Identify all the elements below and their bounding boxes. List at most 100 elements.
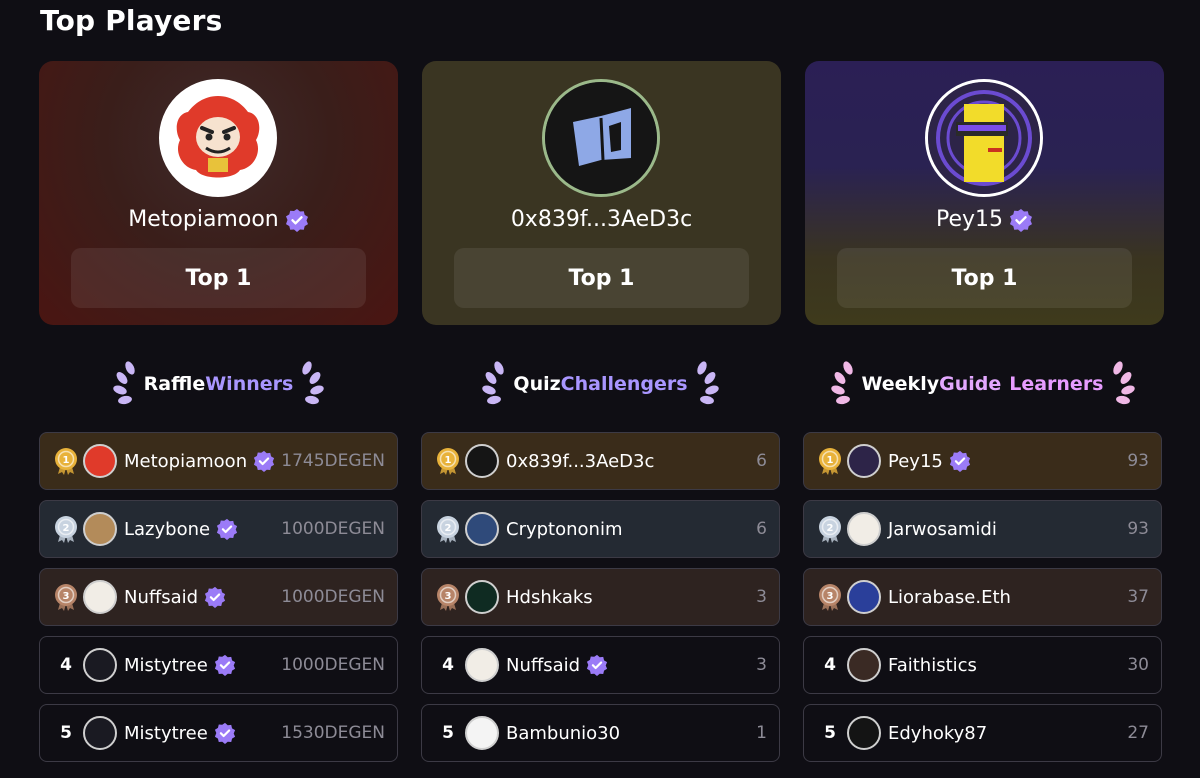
avatar [847, 580, 881, 614]
page-title: Top Players [40, 4, 223, 37]
rank-number: 5 [60, 723, 72, 743]
top-player-card-quiz[interactable]: 0x839f...3AeD3c Top 1 [422, 61, 781, 325]
verified-badge-icon [217, 518, 238, 540]
leaderboard-row[interactable]: 2 Cryptononim 6 [421, 500, 780, 558]
section-title-quiz: Quiz Challengers [421, 358, 780, 410]
svg-text:1: 1 [445, 455, 452, 466]
avatar [83, 716, 117, 750]
player-name: Hdshkaks [506, 586, 593, 608]
svg-text:2: 2 [445, 523, 452, 534]
verified-badge-icon [254, 450, 275, 472]
section-title-raffle: Raffle Winners [39, 358, 398, 410]
leaderboard-row[interactable]: 4 Faithistics 30 [803, 636, 1162, 694]
leaderboard-row[interactable]: 2 Lazybone 1000DEGEN [39, 500, 398, 558]
leaderboard-row[interactable]: 5 Mistytree 1530DEGEN [39, 704, 398, 762]
avatar [847, 716, 881, 750]
top-player-cards: Metopiamoon Top 1 0x839f...3AeD3c Top 1 [39, 61, 1164, 325]
avatar [465, 580, 499, 614]
player-score: 6 [756, 451, 767, 471]
section-title-guide: Weekly Guide Learners [803, 358, 1162, 410]
leaderboard-row[interactable]: 2 Jarwosamidi 93 [803, 500, 1162, 558]
rank-pill: Top 1 [454, 248, 749, 308]
silver-medal-icon: 2 [52, 515, 80, 543]
player-score: 27 [1127, 723, 1149, 743]
avatar [83, 512, 117, 546]
laurel-right-icon [696, 361, 719, 405]
rank-number: 4 [60, 655, 72, 675]
verified-badge-icon [949, 450, 970, 472]
leaderboard-row[interactable]: 1 Metopiamoon 1745DEGEN [39, 432, 398, 490]
leaderboard-row[interactable]: 5 Edyhoky87 27 [803, 704, 1162, 762]
avatar [925, 79, 1043, 197]
rank-pill: Top 1 [71, 248, 366, 308]
avatar [465, 444, 499, 478]
svg-text:1: 1 [63, 455, 70, 466]
rank-number: 4 [442, 655, 454, 675]
svg-text:1: 1 [827, 455, 834, 466]
player-score: 1000DEGEN [281, 587, 385, 607]
leaderboard-row[interactable]: 1 0x839f...3AeD3c 6 [421, 432, 780, 490]
guide-leaderboard: 1 Pey15 93 2 Jarwosamidi 93 3 Liorabase.Eth 37 4 F… [803, 432, 1162, 762]
verified-badge-icon [214, 722, 235, 744]
svg-text:2: 2 [827, 523, 834, 534]
player-name: Nuffsaid [506, 654, 581, 676]
laurel-left-icon [482, 361, 505, 405]
player-score: 93 [1127, 519, 1149, 539]
silver-medal-icon: 2 [816, 515, 844, 543]
rank-number: 4 [824, 655, 836, 675]
player-score: 93 [1127, 451, 1149, 471]
leaderboard-row[interactable]: 4 Nuffsaid 3 [421, 636, 780, 694]
bronze-medal-icon: 3 [816, 583, 844, 611]
leaderboard-row[interactable]: 4 Mistytree 1000DEGEN [39, 636, 398, 694]
leaderboard-row[interactable]: 3 Liorabase.Eth 37 [803, 568, 1162, 626]
leaderboard-row[interactable]: 1 Pey15 93 [803, 432, 1162, 490]
player-name: Jarwosamidi [888, 518, 997, 540]
avatar [83, 648, 117, 682]
laurel-right-icon [302, 361, 325, 405]
player-name: Edyhoky87 [888, 722, 988, 744]
top-player-card-guide[interactable]: Pey15 Top 1 [805, 61, 1164, 325]
avatar [465, 512, 499, 546]
svg-text:3: 3 [827, 591, 834, 602]
verified-badge-icon [285, 208, 308, 232]
player-name: Lazybone [124, 518, 211, 540]
bronze-medal-icon: 3 [52, 583, 80, 611]
player-name: Metopiamoon [124, 450, 248, 472]
player-score: 1745DEGEN [281, 451, 385, 471]
player-score: 1530DEGEN [281, 723, 385, 743]
verified-badge-icon [587, 654, 608, 676]
rank-number: 5 [824, 723, 836, 743]
laurel-right-icon [1112, 361, 1135, 405]
avatar [847, 512, 881, 546]
rank-number: 5 [442, 723, 454, 743]
player-score: 1000DEGEN [281, 655, 385, 675]
player-name: Liorabase.Eth [888, 586, 1011, 608]
svg-text:2: 2 [63, 523, 70, 534]
rank-pill: Top 1 [837, 248, 1132, 308]
leaderboard-row[interactable]: 3 Hdshkaks 3 [421, 568, 780, 626]
svg-text:3: 3 [445, 591, 452, 602]
player-name: Nuffsaid [124, 586, 199, 608]
player-score: 3 [756, 655, 767, 675]
svg-text:3: 3 [63, 591, 70, 602]
player-score: 1000DEGEN [281, 519, 385, 539]
verified-badge-icon [214, 654, 235, 676]
gold-medal-icon: 1 [52, 447, 80, 475]
player-score: 3 [756, 587, 767, 607]
avatar [159, 79, 277, 197]
leaderboard-row[interactable]: 3 Nuffsaid 1000DEGEN [39, 568, 398, 626]
player-score: 30 [1127, 655, 1149, 675]
bronze-medal-icon: 3 [434, 583, 462, 611]
player-name: Mistytree [124, 654, 208, 676]
player-name: Mistytree [124, 722, 208, 744]
laurel-left-icon [112, 361, 135, 405]
top-player-card-raffle[interactable]: Metopiamoon Top 1 [39, 61, 398, 325]
quiz-leaderboard: 1 0x839f...3AeD3c 6 2 Cryptononim 6 3 Hdshkaks 3… [421, 432, 780, 762]
player-name: 0x839f...3AeD3c [506, 450, 655, 472]
card-player-name: 0x839f...3AeD3c [510, 207, 693, 232]
avatar [847, 648, 881, 682]
gold-medal-icon: 1 [434, 447, 462, 475]
player-name: Cryptononim [506, 518, 623, 540]
leaderboard-row[interactable]: 5 Bambunio30 1 [421, 704, 780, 762]
card-player-name: Pey15 [805, 207, 1164, 232]
